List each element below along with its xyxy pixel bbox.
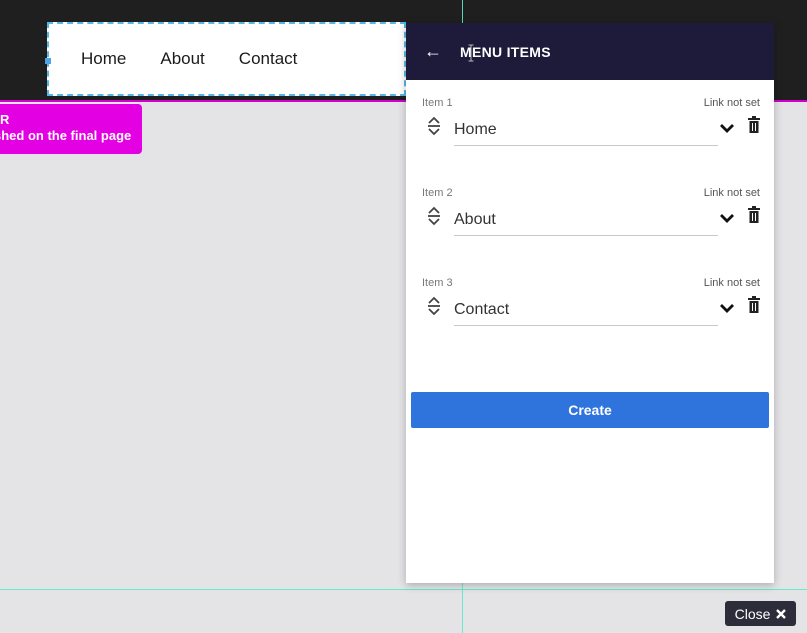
- nav-preview-item-contact[interactable]: Contact: [239, 49, 298, 69]
- chevron-down-icon[interactable]: [718, 209, 736, 227]
- trash-icon[interactable]: [747, 116, 761, 134]
- item-label: Item 3: [422, 277, 453, 289]
- item-label: Item 2: [422, 187, 453, 199]
- create-button[interactable]: Create: [411, 392, 769, 428]
- resize-handle[interactable]: [45, 58, 51, 64]
- item-link-status: Link not set: [703, 277, 760, 289]
- item-title-input[interactable]: About: [454, 211, 718, 236]
- item-label: Item 1: [422, 97, 453, 109]
- close-label: Close: [734, 605, 771, 622]
- nav-preview-item-home[interactable]: Home: [81, 49, 126, 69]
- tag-line-1: R: [0, 112, 10, 127]
- menu-widget-preview[interactable]: Home About Contact: [47, 22, 406, 96]
- menu-items-panel: ← MENU ITEMS Item 1 Link not set Home It…: [406, 23, 774, 583]
- close-button[interactable]: Close: [725, 601, 796, 626]
- nav-preview-item-about[interactable]: About: [160, 49, 204, 69]
- editor-info-tag: R shed on the final page: [0, 104, 142, 154]
- reorder-icon[interactable]: [426, 115, 442, 137]
- reorder-icon[interactable]: [426, 205, 442, 227]
- item-link-status: Link not set: [703, 97, 760, 109]
- trash-icon[interactable]: [747, 206, 761, 224]
- menu-item-row: Item 3 Link not set Contact: [422, 277, 760, 347]
- chevron-down-icon[interactable]: [718, 299, 736, 317]
- item-link-status: Link not set: [703, 187, 760, 199]
- reorder-icon[interactable]: [426, 295, 442, 317]
- arrow-left-icon[interactable]: ←: [424, 41, 442, 62]
- panel-header: ← MENU ITEMS: [406, 23, 774, 80]
- alignment-guide-horizontal: [0, 589, 807, 590]
- menu-item-row: Item 1 Link not set Home: [422, 97, 760, 167]
- item-title-input[interactable]: Home: [454, 121, 718, 146]
- x-icon: [776, 608, 787, 619]
- trash-icon[interactable]: [747, 296, 761, 314]
- chevron-down-icon[interactable]: [718, 119, 736, 137]
- menu-item-row: Item 2 Link not set About: [422, 187, 760, 257]
- tag-line-2: shed on the final page: [0, 128, 132, 143]
- item-title-input[interactable]: Contact: [454, 301, 718, 326]
- text-cursor-icon: [468, 44, 474, 62]
